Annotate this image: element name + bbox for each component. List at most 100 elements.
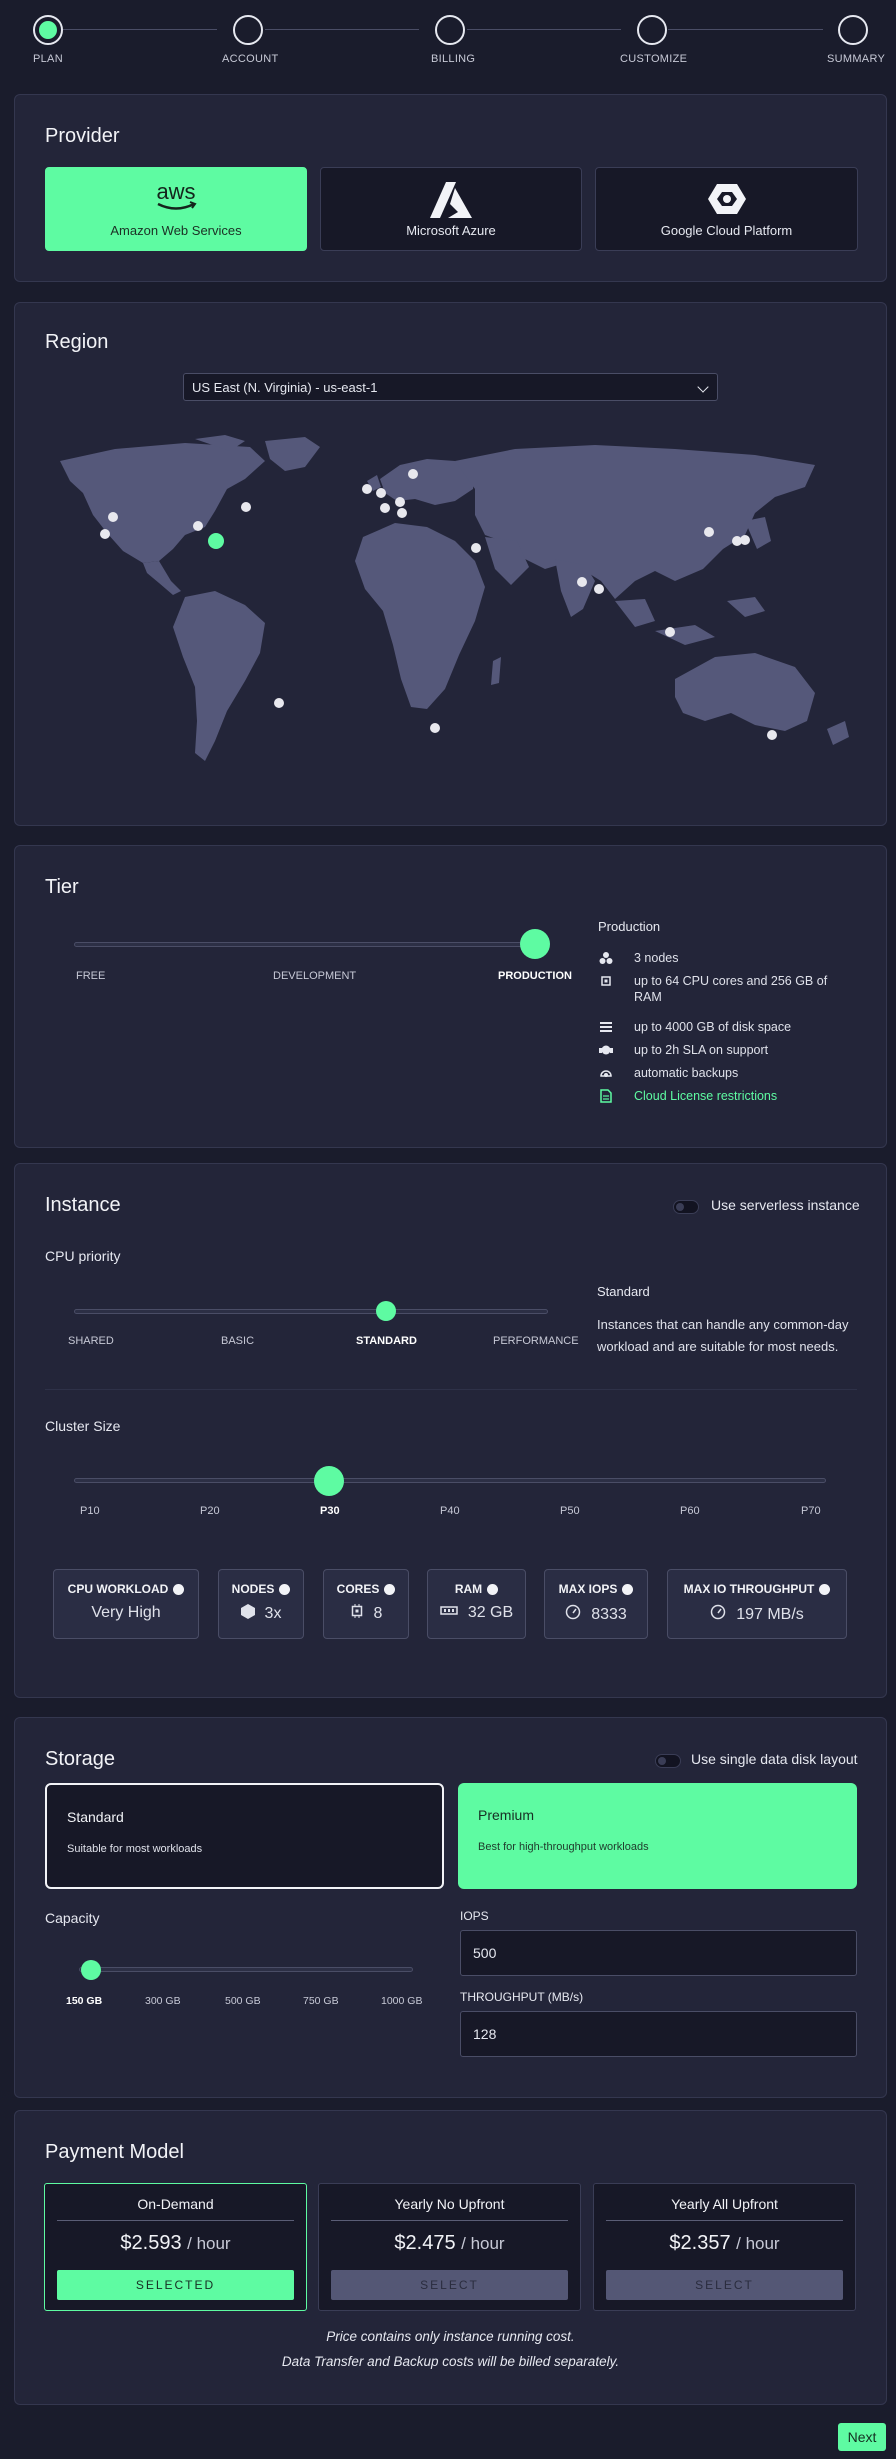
payment-option-yearly-no-upfront[interactable]: Yearly No Upfront $2.475 / hour SELECT xyxy=(318,2183,581,2311)
cloud-license-link[interactable]: Cloud License restrictions xyxy=(634,1088,777,1104)
payment-option-name: Yearly No Upfront xyxy=(394,2196,505,2212)
cluster-size-p60[interactable]: P60 xyxy=(680,1505,700,1517)
cpu-level-shared[interactable]: SHARED xyxy=(68,1335,114,1347)
tier-feature[interactable]: Cloud License restrictions xyxy=(598,1088,777,1104)
tier-feature: 3 nodes xyxy=(598,950,678,966)
provider-name: Amazon Web Services xyxy=(110,223,242,238)
throughput-input[interactable]: 128 xyxy=(460,2011,857,2057)
storage-type-premium[interactable]: Premium Best for high-throughput workloa… xyxy=(458,1783,857,1889)
cpu-level-basic[interactable]: BASIC xyxy=(221,1335,254,1347)
info-icon[interactable] xyxy=(384,1583,396,1595)
stat-max-io-throughput: MAX IO THROUGHPUT 197 MB/s xyxy=(667,1569,847,1639)
region-select[interactable]: US East (N. Virginia) - us-east-1 xyxy=(183,373,718,401)
cluster-size-p70[interactable]: P70 xyxy=(801,1505,821,1517)
region-marker[interactable] xyxy=(665,627,675,637)
capacity-300[interactable]: 300 GB xyxy=(145,1995,181,2007)
region-marker[interactable] xyxy=(395,497,405,507)
info-icon[interactable] xyxy=(622,1583,634,1595)
tier-level-production[interactable]: PRODUCTION xyxy=(498,970,572,982)
capacity-handle[interactable] xyxy=(81,1960,101,1980)
tier-level-development[interactable]: DEVELOPMENT xyxy=(273,970,356,982)
capacity-750[interactable]: 750 GB xyxy=(303,1995,339,2007)
region-marker[interactable] xyxy=(740,535,750,545)
tier-feature-text: up to 64 CPU cores and 256 GB of RAM xyxy=(634,974,828,1004)
payment-note-line1: Price contains only instance running cos… xyxy=(326,2329,575,2344)
region-marker[interactable] xyxy=(577,577,587,587)
cluster-size-p50[interactable]: P50 xyxy=(560,1505,580,1517)
stat-ram: RAM 32 GB xyxy=(427,1569,526,1639)
cluster-size-track[interactable] xyxy=(74,1478,826,1483)
cpu-level-standard[interactable]: STANDARD xyxy=(356,1335,417,1347)
payment-select-button[interactable]: SELECTED xyxy=(57,2270,294,2300)
info-icon[interactable] xyxy=(487,1583,499,1595)
cpu-priority-track[interactable] xyxy=(74,1309,548,1314)
region-marker[interactable] xyxy=(193,521,203,531)
capacity-500[interactable]: 500 GB xyxy=(225,1995,261,2007)
next-button[interactable]: Next xyxy=(838,2423,886,2451)
step-billing-indicator[interactable] xyxy=(435,15,465,45)
step-connector xyxy=(668,29,823,30)
step-connector xyxy=(265,29,419,30)
capacity-150[interactable]: 150 GB xyxy=(66,1995,102,2007)
payment-option-yearly-all-upfront[interactable]: Yearly All Upfront $2.357 / hour SELECT xyxy=(593,2183,856,2311)
tier-title: Tier xyxy=(45,876,79,898)
step-customize-indicator[interactable] xyxy=(637,15,667,45)
cluster-size-p40[interactable]: P40 xyxy=(440,1505,460,1517)
region-marker[interactable] xyxy=(397,508,407,518)
cpu-level-performance[interactable]: PERFORMANCE xyxy=(493,1335,579,1347)
cluster-size-p20[interactable]: P20 xyxy=(200,1505,220,1517)
step-account-indicator[interactable] xyxy=(233,15,263,45)
region-marker[interactable] xyxy=(704,527,714,537)
single-disk-toggle-label: Use single data disk layout xyxy=(691,1751,858,1767)
tier-section: Tier FREE DEVELOPMENT PRODUCTION Product… xyxy=(14,845,887,1148)
stat-value: 8 xyxy=(373,1604,383,1622)
cpu-priority-handle[interactable] xyxy=(376,1301,396,1321)
cluster-size-handle[interactable] xyxy=(314,1466,344,1496)
provider-section: Provider aws Amazon Web Services Microso… xyxy=(14,94,887,282)
payment-select-button[interactable]: SELECT xyxy=(606,2270,843,2300)
iops-input[interactable]: 500 xyxy=(460,1930,857,1976)
payment-option-on-demand[interactable]: On-Demand $2.593 / hour SELECTED xyxy=(44,2183,307,2311)
info-icon[interactable] xyxy=(279,1583,291,1595)
region-marker[interactable] xyxy=(241,502,251,512)
info-icon[interactable] xyxy=(173,1583,185,1595)
region-marker[interactable] xyxy=(108,512,118,522)
stat-value: 197 MB/s xyxy=(736,1605,804,1623)
storage-type-standard[interactable]: Standard Suitable for most workloads xyxy=(45,1783,444,1889)
tier-slider-track[interactable] xyxy=(74,942,542,947)
region-marker[interactable] xyxy=(767,730,777,740)
step-summary-indicator[interactable] xyxy=(838,15,868,45)
capacity-track[interactable] xyxy=(79,1967,413,1972)
provider-option-gcp[interactable]: Google Cloud Platform xyxy=(595,167,858,251)
tier-feature-text: up to 2h SLA on support xyxy=(634,1043,769,1057)
serverless-toggle[interactable] xyxy=(673,1200,699,1214)
region-marker-selected[interactable] xyxy=(208,533,224,549)
region-marker[interactable] xyxy=(376,488,386,498)
region-marker[interactable] xyxy=(362,484,372,494)
backup-icon xyxy=(598,1065,614,1081)
region-marker[interactable] xyxy=(408,469,418,479)
region-marker[interactable] xyxy=(430,723,440,733)
info-icon[interactable] xyxy=(819,1583,831,1595)
tier-slider-handle[interactable] xyxy=(520,929,550,959)
storage-type-name: Standard xyxy=(67,1809,124,1825)
tier-level-free[interactable]: FREE xyxy=(76,970,105,982)
cluster-size-p30[interactable]: P30 xyxy=(320,1505,340,1517)
step-plan-indicator[interactable] xyxy=(33,15,63,45)
stat-label: NODES xyxy=(231,1582,275,1596)
tier-feature-text: automatic backups xyxy=(634,1066,739,1080)
region-marker[interactable] xyxy=(380,503,390,513)
provider-option-azure[interactable]: Microsoft Azure xyxy=(320,167,582,251)
single-disk-toggle[interactable] xyxy=(655,1754,681,1768)
provider-option-aws[interactable]: aws Amazon Web Services xyxy=(45,167,307,251)
region-marker[interactable] xyxy=(471,543,481,553)
payment-select-button[interactable]: SELECT xyxy=(331,2270,568,2300)
region-marker[interactable] xyxy=(274,698,284,708)
cluster-size-p10[interactable]: P10 xyxy=(80,1505,100,1517)
stat-cpu-workload: CPU WORKLOAD Very High xyxy=(53,1569,199,1639)
cpu-desc: Instances that can handle any common-day… xyxy=(597,1317,849,1354)
region-marker[interactable] xyxy=(594,584,604,594)
capacity-1000[interactable]: 1000 GB xyxy=(381,1995,422,2007)
step-connector xyxy=(63,29,217,30)
region-marker[interactable] xyxy=(100,529,110,539)
